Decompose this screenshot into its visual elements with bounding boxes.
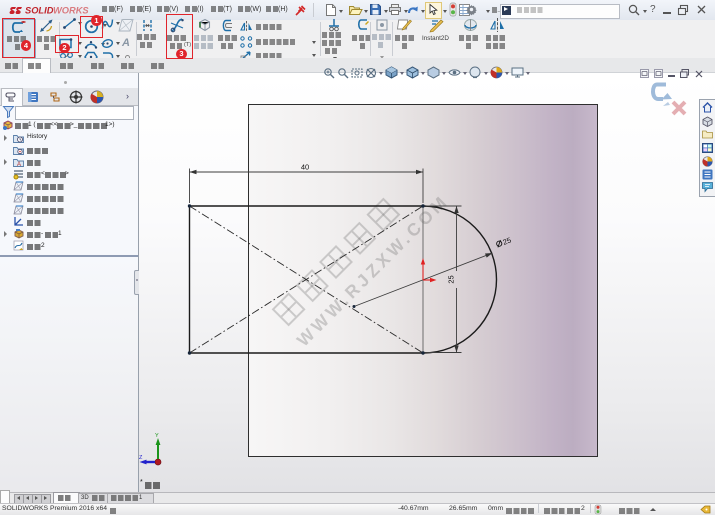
svg-text:Y: Y	[155, 433, 159, 439]
svg-text:25: 25	[502, 236, 513, 247]
svg-text:40: 40	[301, 163, 309, 172]
svg-text:Z: Z	[139, 455, 143, 461]
svg-text:25: 25	[447, 275, 456, 283]
